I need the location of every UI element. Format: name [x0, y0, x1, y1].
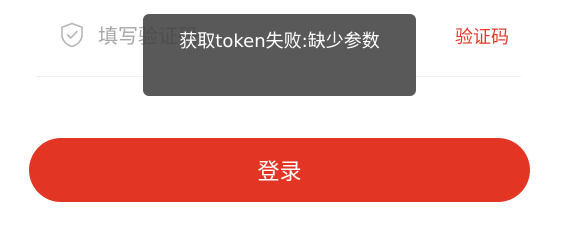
shield-check-icon [60, 22, 84, 48]
login-button[interactable]: 登录 [29, 138, 530, 202]
get-verification-code-button[interactable]: 验证码 [455, 23, 509, 49]
toast-message: 获取token失败:缺少参数 [179, 31, 380, 52]
error-toast: 获取token失败:缺少参数 [143, 14, 416, 96]
